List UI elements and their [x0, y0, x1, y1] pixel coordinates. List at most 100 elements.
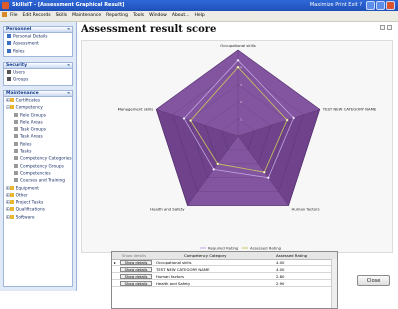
radar-point — [285, 118, 289, 122]
close-button[interactable]: Close — [357, 275, 390, 286]
tree-item-role-areas[interactable]: Role Areas — [4, 119, 72, 127]
radar-point — [236, 65, 240, 69]
tree-item-other[interactable]: ⊞ Other — [4, 192, 72, 200]
panel-personnel-title: Personnel — [6, 27, 32, 32]
restore-icon[interactable] — [380, 25, 385, 30]
grid-icon — [14, 149, 18, 154]
grid-scrollbar[interactable] — [331, 259, 337, 308]
groups-icon — [7, 77, 11, 82]
table-row[interactable]: Show details TEST NEW CATEGORY NAME 4.00 — [112, 266, 331, 273]
tree-item-label: Competency Groups — [20, 164, 64, 170]
sidebar-item-assessment[interactable]: Assessment — [4, 41, 72, 48]
cell-rating: 4.00 — [276, 260, 285, 265]
show-details-button[interactable]: Show details — [120, 267, 152, 272]
tree-item-label: Equipment — [15, 186, 39, 192]
app-menu-icon[interactable] — [2, 12, 7, 17]
tree-item-label: Task Groups — [20, 127, 46, 133]
tree-item-label: Qualifications — [15, 207, 45, 213]
folder-icon — [9, 185, 14, 190]
radar-tick-label: 2 — [240, 100, 242, 104]
sidebar-item-label: Groups — [13, 77, 29, 83]
tree-item-competency-groups[interactable]: Competency Groups — [4, 163, 72, 171]
close-window-button[interactable] — [386, 1, 395, 10]
cell-rating: 4.00 — [276, 267, 285, 272]
close-child-icon[interactable] — [387, 25, 392, 30]
menu-maintenance[interactable]: Maintenance — [72, 13, 101, 18]
panel-maintenance-title: Maintenance — [6, 91, 39, 96]
legend-label: Required Rating — [208, 245, 239, 250]
tree-item-project-tasks[interactable]: ⊞ Project Tasks — [4, 200, 72, 207]
tree-item-label: Other — [15, 193, 28, 199]
table-row[interactable]: Show details Human factors 2.80 — [112, 273, 331, 280]
radar-tick-label: 5 — [240, 49, 242, 53]
radar-point — [212, 168, 216, 171]
table-row[interactable]: Show details Health and Safety 2.90 — [112, 280, 331, 287]
radar-category-label: Human factors — [292, 207, 320, 212]
maximize-button[interactable] — [376, 1, 385, 10]
menu-about[interactable]: About... — [172, 13, 190, 18]
grid-icon — [14, 163, 18, 168]
menu-window[interactable]: Window — [149, 13, 167, 18]
sidebar-item-users[interactable]: Users — [4, 70, 72, 77]
grid-icon — [14, 156, 18, 161]
tray-text[interactable]: Maximize Print Exit ? — [310, 0, 362, 11]
tree-item-certificates[interactable]: ⊞ Certificates — [4, 98, 72, 105]
show-details-button[interactable]: Show details — [120, 260, 152, 265]
tree-item-label: Roles — [20, 142, 32, 148]
panel-security-header[interactable]: Security « — [3, 62, 73, 69]
roles-icon — [7, 48, 11, 53]
window-titlebar: SkillsIT - [Assessment Graphical Result]… — [0, 0, 398, 11]
menu-edit-records[interactable]: Edit Records — [23, 13, 51, 18]
col-header-rating[interactable]: Assessed Rating — [276, 252, 326, 259]
minimize-button[interactable] — [366, 1, 375, 10]
panel-maintenance-header[interactable]: Maintenance « — [3, 90, 73, 97]
tree-item-label: Courses and Training — [20, 178, 66, 184]
grid-icon — [14, 141, 18, 146]
show-details-button[interactable]: Show details — [120, 281, 152, 286]
tree-item-role-groups[interactable]: Role Groups — [4, 112, 72, 120]
tree-item-competency[interactable]: ⊟ Competency — [4, 105, 72, 112]
col-header-category[interactable]: Competency Category — [184, 252, 254, 259]
menu-help[interactable]: Help — [194, 13, 204, 18]
radar-point — [216, 162, 220, 166]
tree-item-task-groups[interactable]: Task Groups — [4, 127, 72, 134]
tree-item-equipment[interactable]: ⊞ Equipment — [4, 185, 72, 193]
radar-point — [189, 119, 192, 122]
grid-icon — [14, 178, 18, 183]
radar-category-label: Occupational skills — [220, 43, 256, 48]
show-details-button[interactable]: Show details — [120, 274, 152, 279]
folder-icon — [9, 200, 14, 205]
person-icon — [7, 34, 11, 38]
panel-personnel-header[interactable]: Personnel « — [3, 26, 73, 33]
sidebar-item-personal-details[interactable]: Personal Details — [4, 34, 72, 41]
radar-point — [182, 117, 186, 120]
tree-item-qualifications[interactable]: ⊞ Qualifications — [4, 207, 72, 214]
grid-icon — [14, 127, 18, 132]
cell-rating: 2.90 — [276, 281, 285, 286]
tree-item-label: Certificates — [15, 98, 41, 104]
radar-point — [236, 58, 240, 62]
radar-tick-label: 1 — [240, 117, 242, 121]
menu-tools[interactable]: Tools — [133, 13, 144, 18]
users-icon — [7, 70, 11, 74]
window-title: SkillsIT - [Assessment Graphical Result] — [12, 2, 125, 8]
tree-item-tasks[interactable]: Tasks — [4, 149, 72, 156]
table-row[interactable]: ▸ Show details Occupational skills 4.00 — [112, 259, 331, 266]
navigation-sidebar: Personnel « Personal Details Assessment R… — [0, 22, 77, 291]
tree-item-task-areas[interactable]: Task Areas — [4, 134, 72, 141]
radar-point — [292, 116, 295, 120]
cell-category: TEST NEW CATEGORY NAME — [156, 267, 210, 272]
menu-skills[interactable]: Skills — [56, 13, 68, 18]
radar-chart: 12345Occupational skillsTEST NEW CATEGOR… — [118, 43, 377, 250]
tree-item-software[interactable]: ⊞ Software — [4, 214, 72, 222]
menu-reporting[interactable]: Reporting — [106, 13, 128, 18]
sidebar-item-roles[interactable]: Roles — [4, 48, 72, 56]
app-icon — [2, 2, 9, 9]
menu-file[interactable]: File — [10, 13, 18, 18]
tree-item-competency-categories[interactable]: Competency Categories — [4, 156, 72, 163]
tree-item-competencies[interactable]: Competencies — [4, 170, 72, 178]
tree-item-roles[interactable]: Roles — [4, 141, 72, 149]
cell-rating: 2.80 — [276, 274, 285, 279]
tree-item-courses-and-training[interactable]: Courses and Training — [4, 178, 72, 185]
sidebar-item-groups[interactable]: Groups — [4, 77, 72, 84]
